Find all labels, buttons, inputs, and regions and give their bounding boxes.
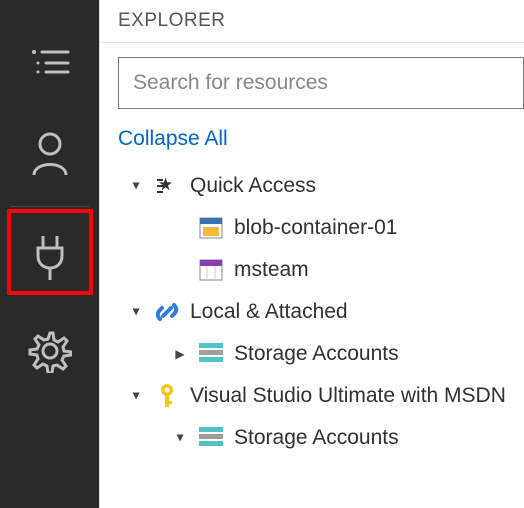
activity-bar xyxy=(0,0,99,508)
sidebar-item-explorer[interactable] xyxy=(5,18,95,103)
tree-node-quick-access[interactable]: ▲ Quick Access xyxy=(118,165,524,207)
table-icon xyxy=(198,257,224,283)
tree-label: msteam xyxy=(234,257,309,282)
collapse-all-link[interactable]: Collapse All xyxy=(100,123,524,165)
expand-icon: ▲ xyxy=(128,389,144,403)
expand-icon: ▲ xyxy=(172,431,188,445)
gear-icon xyxy=(28,329,72,373)
tree-node-storage-accounts-sub[interactable]: ▲ Storage Accounts xyxy=(118,417,524,459)
search-container xyxy=(100,43,524,123)
storage-account-icon xyxy=(198,341,224,367)
person-icon xyxy=(30,131,70,177)
key-icon xyxy=(154,383,180,409)
collapse-icon: ▶ xyxy=(172,347,188,361)
tree-label: Quick Access xyxy=(190,173,316,198)
tree-node-subscription[interactable]: ▲ Visual Studio Ultimate with MSDN xyxy=(118,375,524,417)
blob-container-icon xyxy=(198,215,224,241)
plug-icon xyxy=(30,234,70,282)
tree-node-blob-container[interactable]: blob-container-01 xyxy=(118,207,524,249)
resource-tree: ▲ Quick Access blob-container-01 xyxy=(100,165,524,459)
list-icon xyxy=(30,46,70,76)
expand-icon: ▲ xyxy=(128,305,144,319)
tree-label: Local & Attached xyxy=(190,299,348,324)
tree-label: Storage Accounts xyxy=(234,425,399,450)
tree-label: blob-container-01 xyxy=(234,215,397,240)
sidebar-divider xyxy=(10,206,89,207)
tree-label: Visual Studio Ultimate with MSDN xyxy=(190,383,506,408)
tree-node-msteam[interactable]: msteam xyxy=(118,249,524,291)
sidebar-item-account[interactable] xyxy=(5,111,95,196)
expand-icon: ▲ xyxy=(128,179,144,193)
tree-node-local-attached[interactable]: ▲ Local & Attached xyxy=(118,291,524,333)
link-icon xyxy=(154,299,180,325)
storage-account-icon xyxy=(198,425,224,451)
search-input[interactable] xyxy=(118,57,524,109)
panel-title: EXPLORER xyxy=(100,0,524,43)
sidebar-item-connect[interactable] xyxy=(5,215,95,300)
quick-access-icon xyxy=(154,173,180,199)
tree-label: Storage Accounts xyxy=(234,341,399,366)
explorer-panel: EXPLORER Collapse All ▲ Quick Access xyxy=(99,0,524,508)
tree-node-storage-accounts[interactable]: ▶ Storage Accounts xyxy=(118,333,524,375)
sidebar-item-settings[interactable] xyxy=(5,308,95,393)
